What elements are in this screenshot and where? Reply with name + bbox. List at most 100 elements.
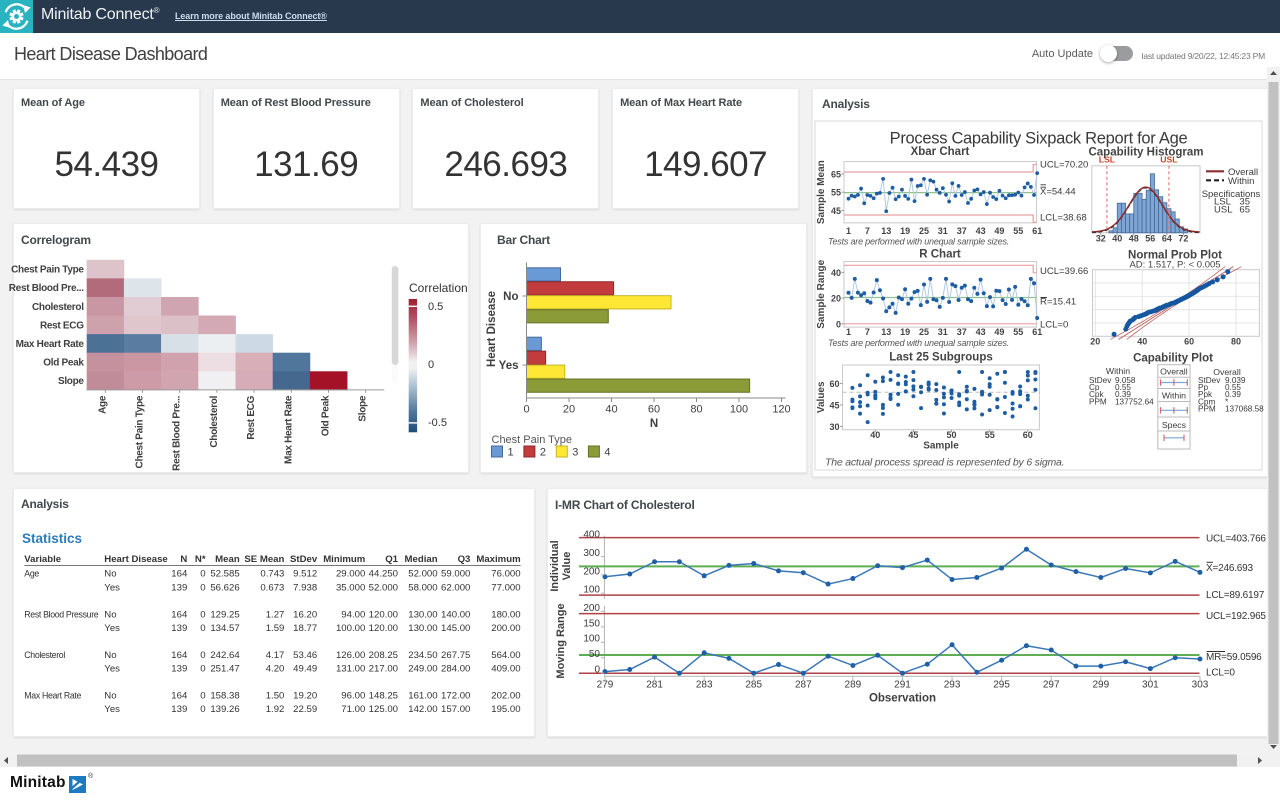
svg-text:Heart Disease: Heart Disease [486,291,498,367]
svg-text:1: 1 [846,327,851,337]
svg-text:4: 4 [604,447,610,459]
svg-text:Cholesterol: Cholesterol [209,395,220,447]
svg-text:7: 7 [865,327,870,337]
svg-text:148.25: 148.25 [369,691,398,702]
svg-text:49: 49 [994,226,1004,236]
svg-text:Slope: Slope [58,376,84,387]
svg-text:217.00: 217.00 [369,664,398,675]
svg-text:100.00: 100.00 [336,623,365,634]
svg-text:125.00: 125.00 [369,704,398,715]
svg-text:Q1: Q1 [385,554,398,565]
svg-text:Specifications: Specifications [1202,189,1261,200]
svg-text:56.626: 56.626 [210,582,239,593]
svg-text:Yes: Yes [104,582,120,593]
svg-text:94.00: 94.00 [341,609,365,620]
svg-text:Minimum: Minimum [323,554,365,565]
svg-text:267.75: 267.75 [441,650,470,661]
svg-text:Max Heart Rate: Max Heart Rate [24,691,81,701]
svg-text:40: 40 [605,404,617,416]
svg-text:USL: USL [1214,204,1232,215]
svg-text:0: 0 [200,664,205,675]
svg-text:Capability Plot: Capability Plot [1133,353,1213,365]
svg-text:Rest Blood Pre...: Rest Blood Pre... [9,283,84,294]
svg-text:409.00: 409.00 [491,664,520,675]
svg-text:200: 200 [583,603,600,614]
svg-text:80: 80 [1231,337,1241,347]
svg-text:1.59: 1.59 [266,623,285,634]
svg-text:PPM: PPM [1089,397,1107,406]
svg-text:22.59: 22.59 [293,704,317,715]
svg-text:58.000: 58.000 [408,582,437,593]
svg-text:Mean: Mean [215,554,240,565]
svg-text:Process Capability Sixpack Rep: Process Capability Sixpack Report for Ag… [890,130,1188,148]
svg-text:100: 100 [583,585,600,596]
svg-text:Cholesterol: Cholesterol [32,302,84,313]
svg-text:Observation: Observation [869,693,936,705]
svg-text:242.64: 242.64 [210,650,240,661]
svg-text:Yes: Yes [104,704,120,715]
svg-text:Heart Disease: Heart Disease [104,554,167,565]
svg-text:19: 19 [900,226,910,236]
svg-text:96.00: 96.00 [341,691,365,702]
svg-text:Xbar Chart: Xbar Chart [911,146,970,158]
svg-text:300: 300 [583,548,600,559]
svg-text:29.000: 29.000 [336,569,365,580]
svg-text:PPM: PPM [1198,405,1216,414]
svg-text:76.000: 76.000 [491,569,520,580]
svg-text:283: 283 [696,680,713,691]
svg-text:LCL=0: LCL=0 [1206,667,1235,678]
svg-text:SE Mean: SE Mean [244,554,284,565]
svg-text:139: 139 [171,623,187,634]
svg-text:45: 45 [831,206,841,216]
svg-text:UCL=192.965: UCL=192.965 [1206,611,1266,622]
svg-text:49: 49 [994,327,1004,337]
svg-text:164: 164 [171,691,188,702]
svg-text:19: 19 [900,327,910,337]
svg-text:287: 287 [795,680,812,691]
svg-text:0: 0 [594,665,600,676]
svg-text:52.585: 52.585 [210,569,239,580]
svg-text:Chest Pain Type: Chest Pain Type [11,265,84,276]
svg-text:65: 65 [831,169,841,179]
svg-text:Sample: Sample [923,441,959,452]
svg-text:N*: N* [195,554,206,565]
svg-text:40: 40 [831,268,841,278]
svg-text:Sample Mean: Sample Mean [816,160,827,224]
svg-text:Within: Within [1106,366,1130,376]
svg-text:164: 164 [171,609,188,620]
svg-text:120: 120 [772,404,790,416]
svg-text:202.00: 202.00 [491,691,520,702]
svg-text:Value: Value [561,552,573,581]
svg-text:Chest Pain Type: Chest Pain Type [492,434,573,446]
svg-text:61: 61 [1032,226,1042,236]
svg-text:0: 0 [200,650,205,661]
svg-text:35.000: 35.000 [336,582,365,593]
svg-text:31: 31 [938,226,948,236]
svg-text:80: 80 [690,404,702,416]
svg-text:139: 139 [171,664,187,675]
svg-text:Yes: Yes [104,664,120,675]
svg-text:0.673: 0.673 [260,582,284,593]
svg-text:N: N [180,554,187,565]
svg-text:126.00: 126.00 [336,650,365,661]
svg-text:59.000: 59.000 [441,569,470,580]
svg-text:293: 293 [944,680,961,691]
svg-text:62.000: 62.000 [441,582,470,593]
svg-text:18.77: 18.77 [293,623,317,634]
svg-text:Q3: Q3 [458,554,471,565]
svg-text:1.50: 1.50 [266,691,285,702]
svg-text:Age: Age [97,395,108,414]
svg-text:Values: Values [816,381,827,413]
svg-text:52.000: 52.000 [369,582,398,593]
svg-text:4.20: 4.20 [266,664,285,675]
svg-text:195.00: 195.00 [491,704,520,715]
svg-text:Max Heart Rate: Max Heart Rate [283,395,294,464]
svg-text:60: 60 [1184,337,1194,347]
svg-text:71.00: 71.00 [341,704,365,715]
svg-text:130.00: 130.00 [408,623,437,634]
svg-text:164: 164 [171,569,188,580]
svg-text:20: 20 [831,294,841,304]
svg-text:55: 55 [1013,226,1023,236]
svg-text:Yes: Yes [499,360,519,372]
svg-text:19.20: 19.20 [293,691,317,702]
